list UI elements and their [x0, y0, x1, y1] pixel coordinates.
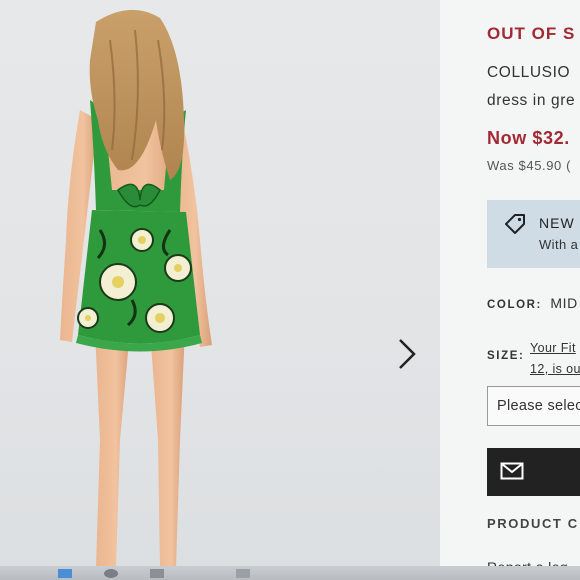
product-image-panel [0, 0, 440, 568]
save-button[interactable] [487, 448, 580, 496]
search-icon[interactable] [104, 569, 118, 578]
product-info-panel: OUT OF S COLLUSIO dress in gre Now $32. … [440, 0, 580, 568]
previous-price: Was $45.90 ( [487, 158, 572, 173]
windows-icon[interactable] [58, 569, 72, 578]
size-select[interactable]: Please selec [487, 386, 580, 426]
promo-subtitle: With a [539, 237, 579, 252]
chevron-right-icon [399, 339, 416, 369]
color-value: MID [550, 295, 578, 311]
app-icon[interactable] [150, 569, 164, 578]
envelope-icon [500, 462, 524, 480]
product-photo [60, 9, 212, 568]
promo-banner: NEW With a [487, 200, 580, 268]
app-icon[interactable] [236, 569, 250, 578]
stock-status: OUT OF S [487, 24, 576, 43]
taskbar [0, 566, 580, 580]
product-title-line-1: COLLUSIO [487, 64, 571, 81]
current-price: Now $32. [487, 128, 570, 148]
color-row: COLOR: MID [487, 295, 578, 313]
fit-assistant-link-line-2[interactable]: 12, is ou [530, 362, 580, 376]
tag-icon [505, 214, 525, 234]
product-details-heading[interactable]: PRODUCT C [487, 516, 579, 531]
promo-title: NEW [539, 215, 575, 231]
product-title-line-2: dress in gre [487, 92, 576, 109]
next-image-button[interactable] [393, 336, 421, 372]
color-label: COLOR: [487, 299, 542, 311]
fit-assistant-link[interactable]: Your Fit [530, 341, 576, 355]
size-label: SIZE: [487, 350, 525, 362]
